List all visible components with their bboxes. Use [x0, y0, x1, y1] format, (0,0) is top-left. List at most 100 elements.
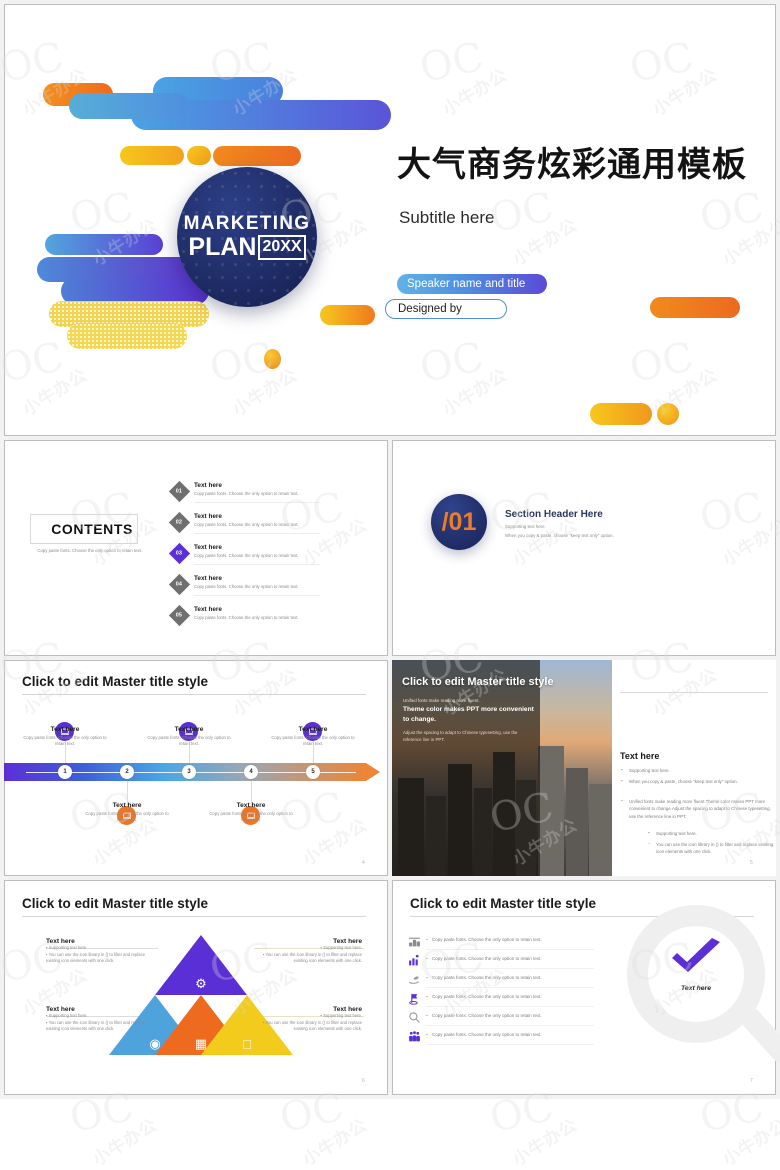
- pyramid-callout-title: Text here: [333, 1006, 362, 1013]
- magnifier-badge-text: Text here: [681, 985, 711, 992]
- list-item[interactable]: 01 Text here Copy paste fonts. Choose the …: [168, 480, 320, 507]
- ppt-template-preview-page: MARKETING PLAN 20XX 大气商务炫彩通用模板 Subtitle …: [0, 0, 780, 1170]
- city-sub-bullet: You can use the icon library in () to fi…: [656, 842, 774, 855]
- list-item[interactable]: ▪ Copy paste fonts. Choose the only optio…: [406, 932, 596, 951]
- divider: [426, 987, 594, 988]
- bullet-marker: ▪: [621, 798, 623, 803]
- pyramid-callout[interactable]: Text here ▪ Supporting text here. ▪ You ca…: [254, 938, 362, 965]
- contents-title-box: CONTENTS: [30, 514, 138, 544]
- deco-dot-orange-small: [264, 349, 281, 369]
- search-icon: [406, 1009, 422, 1025]
- deco-dot-yellow-bottom: [657, 403, 679, 425]
- city-title: Click to edit Master title style: [402, 676, 554, 688]
- people-group-icon: [406, 1028, 422, 1044]
- contents-item-title: Text here: [194, 544, 222, 551]
- watermark-text: 小牛办公: [719, 1115, 780, 1170]
- timeline-step-number[interactable]: 3: [182, 765, 196, 779]
- bullet-marker: ▪: [426, 1032, 428, 1037]
- section-support-text: Supporting text here.: [505, 524, 546, 529]
- list-item-text: Copy paste fonts. Choose the only option…: [432, 956, 542, 961]
- city-paragraph: Unified fonts make reading more fluent.T…: [629, 799, 771, 819]
- podium-icon: [406, 933, 422, 949]
- divider: [194, 595, 320, 596]
- deco-pill-orange-mid: [213, 146, 301, 166]
- list-item[interactable]: ▪ Copy paste fonts. Choose the only optio…: [406, 1008, 596, 1027]
- timeline-step-number[interactable]: 5: [306, 765, 320, 779]
- contents-item-title: Text here: [194, 606, 222, 613]
- timeline-step-text: Text here Copy paste fonts. Choose the on…: [85, 802, 169, 824]
- divider: [426, 949, 594, 950]
- deco-pill-orange-right: [650, 297, 740, 318]
- pyramid-callout-b1: ▪ Supporting text here.: [320, 945, 362, 950]
- watermark-text: 小牛办公: [509, 1115, 582, 1170]
- contents-number: 04: [176, 581, 183, 588]
- deco-blob-blue-c: [69, 93, 189, 119]
- sub-bullet-marker: ▪: [648, 830, 650, 835]
- pyramid-title: Click to edit Master title style: [22, 896, 209, 911]
- bullet-marker: ▪: [621, 778, 623, 783]
- timeline-arrow-head: [366, 763, 380, 781]
- deco-halftone-yellow-b: [67, 323, 187, 349]
- apple-icon: : [234, 1034, 260, 1054]
- timeline-step-number[interactable]: 2: [120, 765, 134, 779]
- section-number: /01: [441, 507, 477, 536]
- speaker-pill[interactable]: Speaker name and title: [397, 274, 547, 294]
- contents-number-badge: 04: [168, 573, 191, 596]
- list-item[interactable]: 04 Text here Copy paste fonts. Choose the …: [168, 573, 320, 600]
- deco-pill-yellow-bottom: [590, 403, 652, 425]
- page-title: 大气商务炫彩通用模板: [397, 145, 747, 185]
- pyramid-callout-b2: ▪ You can use the icon library in () to …: [46, 951, 146, 964]
- list-item-text: Copy paste fonts. Choose the only option…: [432, 1013, 542, 1018]
- divider: [426, 968, 594, 969]
- city-photo: Click to edit Master title style Unified…: [392, 660, 612, 876]
- timeline-step-title: Text here: [298, 726, 328, 733]
- pyramid-callout-title: Text here: [46, 938, 75, 945]
- pyramid-callout[interactable]: Text here ▪ Supporting text here. ▪ You ca…: [46, 1006, 154, 1033]
- timeline-step-desc: Copy paste fonts. Choose the only option…: [23, 735, 107, 747]
- bullet-marker: ▪: [426, 994, 428, 999]
- divider: [194, 564, 320, 565]
- pyramid-title-rule: [22, 916, 366, 917]
- timeline-step-desc: Copy paste fonts. Choose the only option…: [271, 735, 355, 747]
- list-item[interactable]: 03 Text here Copy paste fonts. Choose the …: [168, 542, 320, 569]
- list-item-text: Copy paste fonts. Choose the only option…: [432, 937, 542, 942]
- contents-number: 02: [176, 519, 183, 526]
- timeline-step-number[interactable]: 1: [58, 765, 72, 779]
- pyramid-callout-b1: ▪ Supporting text here.: [320, 1013, 362, 1018]
- page-subtitle: Subtitle here: [399, 208, 495, 227]
- contents-number-badge: 01: [168, 480, 191, 503]
- timeline-step-number[interactable]: 4: [244, 765, 258, 779]
- watermark-text: 小牛办公: [89, 1115, 162, 1170]
- city-body-text: Adjust the spacing to adapt to Chinese t…: [403, 730, 518, 743]
- divider: [426, 1044, 594, 1045]
- contents-item-title: Text here: [194, 575, 222, 582]
- city-panel-heading: Text here: [620, 751, 660, 761]
- pyramid-callout-b1: ▪ Supporting text here.: [46, 1013, 88, 1018]
- bullet-marker: ▪: [426, 937, 428, 942]
- pyramid-callout[interactable]: Text here ▪ Supporting text here ▪ You can…: [46, 938, 154, 965]
- flag-icon: [406, 990, 422, 1006]
- list-item[interactable]: ▪ Copy paste fonts. Choose the only optio…: [406, 989, 596, 1008]
- list-item-text: Copy paste fonts. Choose the only option…: [432, 994, 542, 999]
- section-note-text: When you copy & paste, choose "keep text…: [505, 533, 614, 538]
- pyramid-callout-title: Text here: [333, 938, 362, 945]
- list-item[interactable]: 05 Text here Copy paste fonts. Choose the …: [168, 604, 320, 631]
- list-item[interactable]: ▪ Copy paste fonts. Choose the only optio…: [406, 951, 596, 970]
- contents-item-desc: Copy paste fonts. Choose the only option…: [194, 615, 299, 620]
- pyramid-callout-b2: ▪ You can use the icon library in () to …: [262, 1019, 362, 1032]
- timeline-step-desc: Copy paste fonts. Choose the only option…: [85, 811, 169, 823]
- designed-by-pill[interactable]: Designed by: [385, 299, 507, 319]
- list-item[interactable]: ▪ Copy paste fonts. Choose the only optio…: [406, 970, 596, 989]
- list-item[interactable]: 02 Text here Copy paste fonts. Choose the …: [168, 511, 320, 538]
- city-building: [589, 784, 612, 876]
- list-item-text: Copy paste fonts. Choose the only option…: [432, 975, 542, 980]
- contents-note: Copy paste fonts. Choose the only option…: [37, 548, 142, 553]
- check-icon: [672, 938, 720, 972]
- slide-title[interactable]: MARKETING PLAN 20XX 大气商务炫彩通用模板 Subtitle …: [4, 4, 776, 436]
- timeline-title: Click to edit Master title style: [22, 674, 209, 689]
- bullet-marker: ▪: [621, 767, 623, 772]
- contents-number: 01: [176, 488, 183, 495]
- timeline-step-text: Text here Copy paste fonts. Choose the on…: [147, 726, 231, 748]
- pyramid-callout[interactable]: Text here ▪ Supporting text here. ▪ You ca…: [254, 1006, 362, 1033]
- list-item[interactable]: ▪ Copy paste fonts. Choose the only optio…: [406, 1027, 596, 1046]
